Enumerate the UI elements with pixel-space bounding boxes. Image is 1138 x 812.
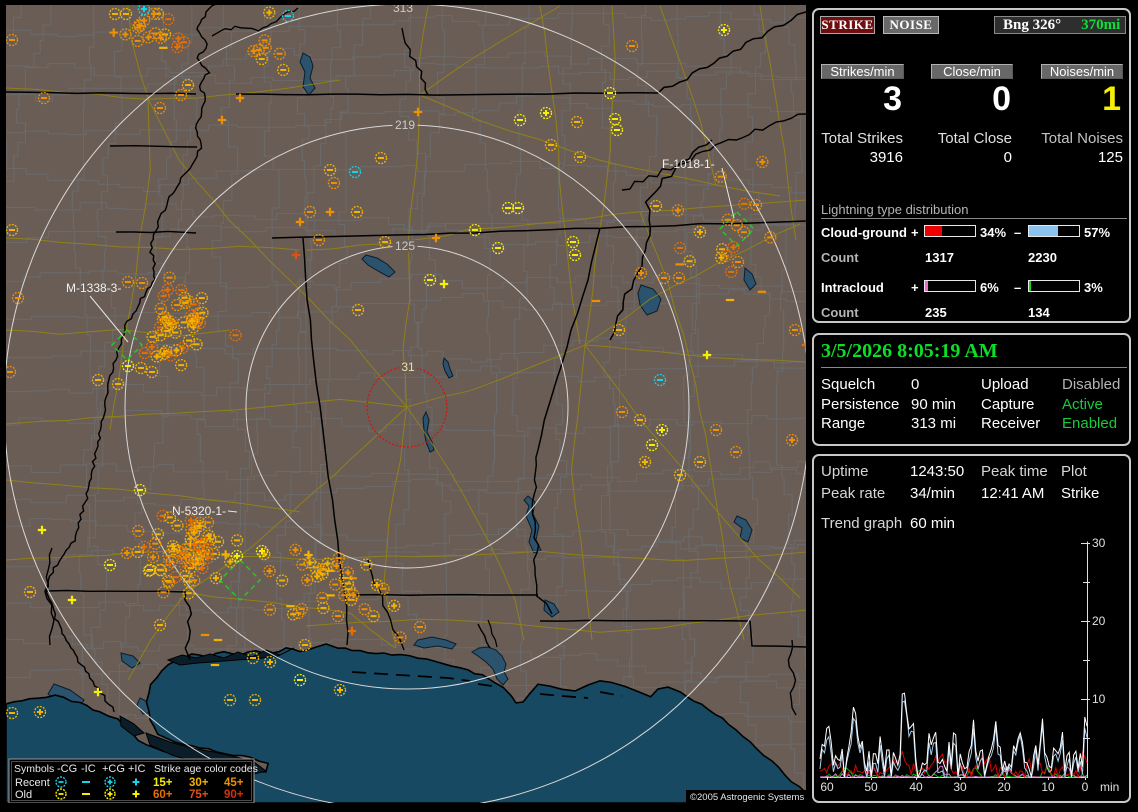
svg-text:20: 20 — [1092, 614, 1106, 628]
svg-text:0: 0 — [1082, 780, 1089, 794]
svg-text:10: 10 — [1092, 692, 1106, 706]
svg-text:20: 20 — [997, 780, 1011, 794]
svg-text:40: 40 — [909, 780, 923, 794]
svg-text:50: 50 — [864, 780, 878, 794]
svg-text:30: 30 — [953, 780, 967, 794]
svg-text:30: 30 — [1092, 536, 1106, 550]
svg-text:min: min — [1100, 780, 1119, 794]
svg-text:60: 60 — [820, 780, 834, 794]
svg-text:10: 10 — [1041, 780, 1055, 794]
